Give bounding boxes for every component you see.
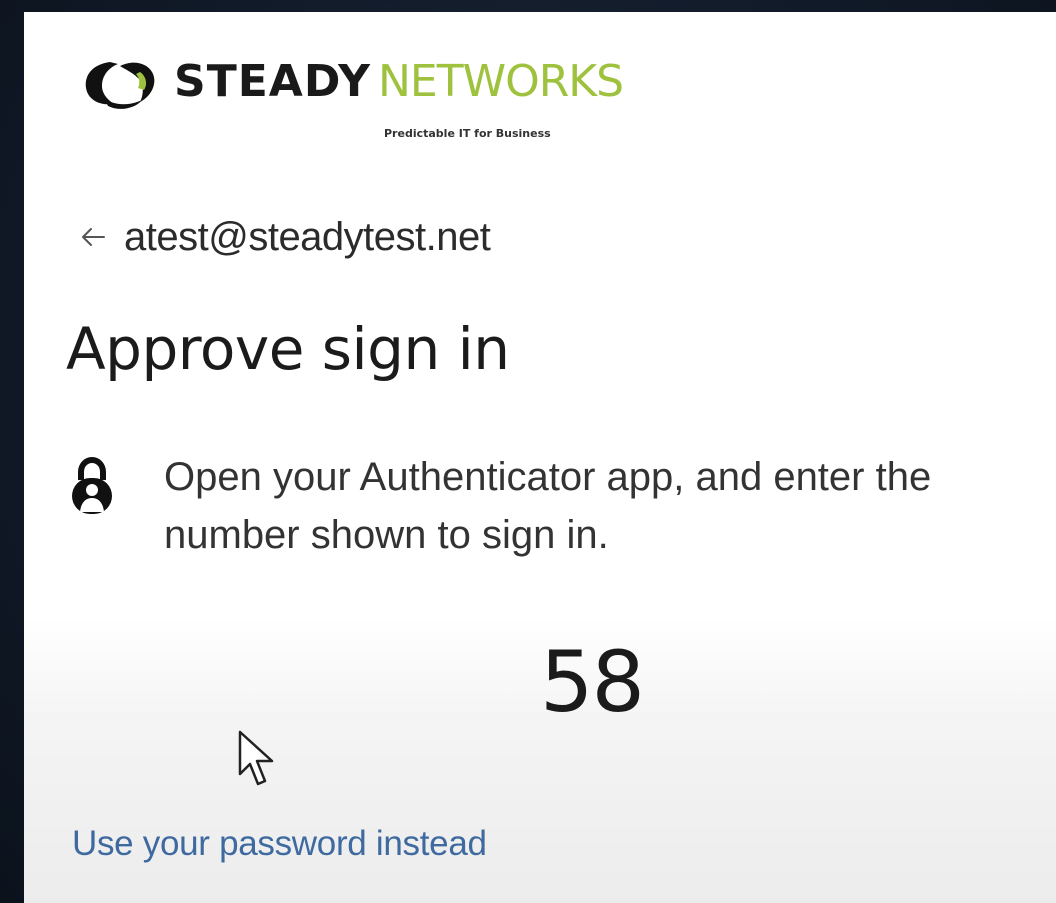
identity-banner: atest@steadytest.net: [80, 212, 491, 262]
page-title: Approve sign in: [66, 315, 510, 383]
approval-number: 58: [540, 633, 645, 731]
steady-networks-logo-mark-icon: [85, 62, 155, 109]
lock-icon: [72, 456, 112, 514]
arrow-left-icon[interactable]: [80, 227, 106, 247]
identity-email: atest@steadytest.net: [124, 214, 491, 259]
mouse-pointer-icon: [238, 730, 274, 786]
signin-card: STEADY NETWORKS Predictable IT for Busin…: [24, 12, 1056, 903]
brand-name-bold: STEADY: [174, 56, 371, 107]
use-password-link[interactable]: Use your password instead: [72, 824, 487, 864]
brand-logo: STEADY NETWORKS Predictable IT for Busin…: [80, 52, 680, 152]
brand-name-light: NETWORKS: [378, 56, 624, 107]
instruction-text: Open your Authenticator app, and enter t…: [164, 455, 932, 557]
brand-tagline: Predictable IT for Business: [384, 127, 551, 140]
